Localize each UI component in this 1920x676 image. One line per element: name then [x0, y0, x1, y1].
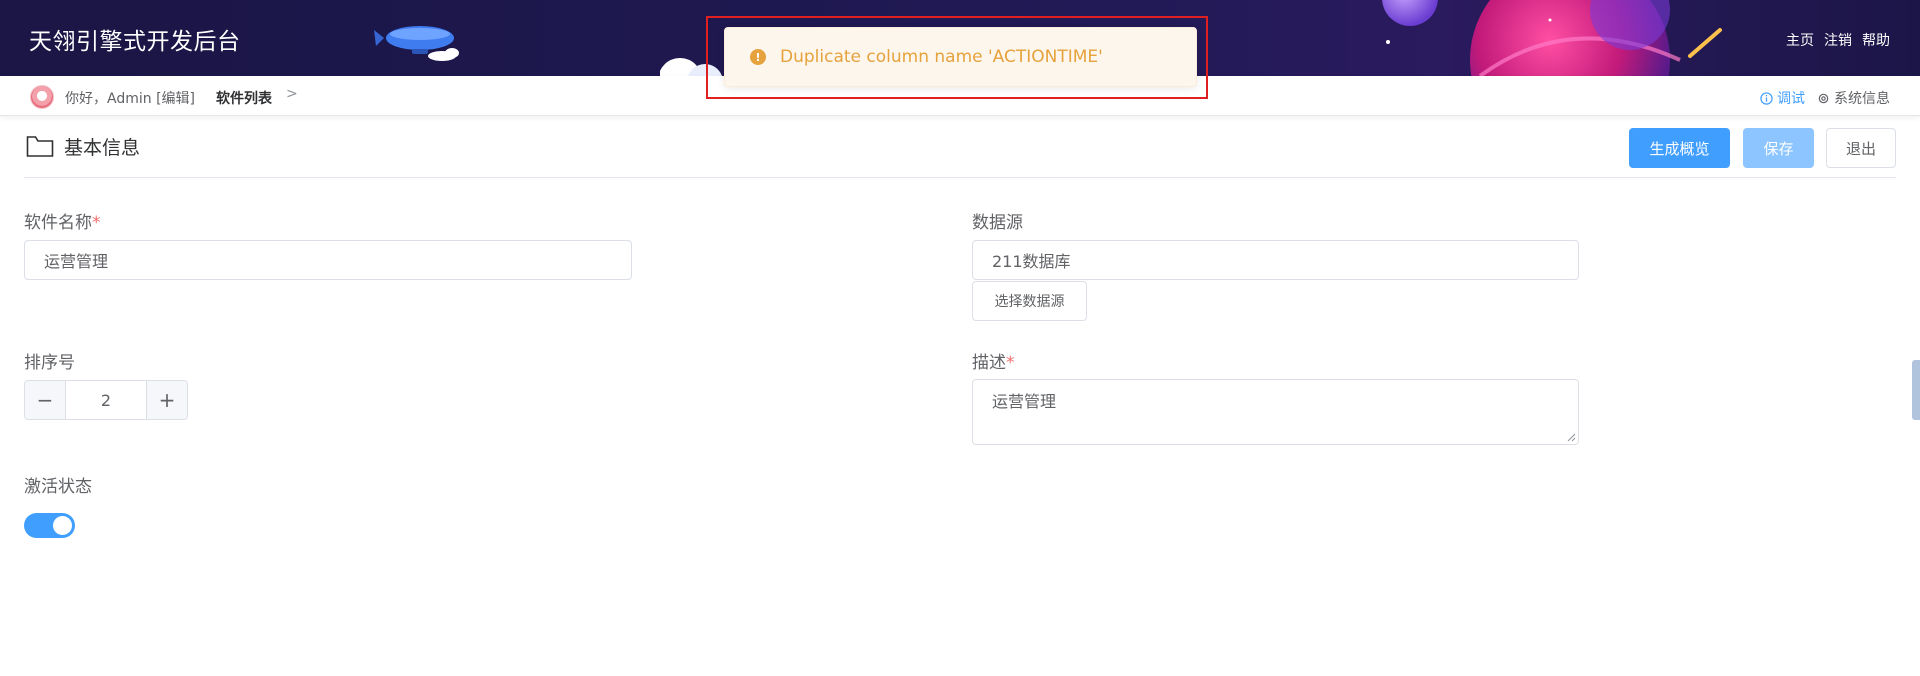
breadcrumb-separator-icon: >: [286, 86, 298, 102]
description-label-text: 描述: [972, 353, 1006, 373]
app-title: 天翎引擎式开发后台: [29, 29, 241, 55]
breadcrumb-software-list[interactable]: 软件列表: [216, 88, 272, 108]
gear-icon: [1818, 93, 1829, 103]
user-greeting[interactable]: 你好，Admin [编辑]: [65, 88, 195, 108]
software-name-label-text: 软件名称: [24, 213, 92, 233]
home-link[interactable]: 主页: [1786, 30, 1814, 50]
active-status-toggle[interactable]: [24, 513, 75, 538]
section-header: 基本信息 生成概览 保存 退出: [24, 128, 1896, 178]
description-textarea[interactable]: 运营管理: [972, 379, 1579, 445]
software-name-label: 软件名称*: [24, 208, 101, 233]
generate-overview-button[interactable]: 生成概览: [1629, 128, 1730, 168]
system-info-link[interactable]: 系统信息: [1817, 88, 1890, 108]
decrement-button[interactable]: −: [25, 381, 66, 419]
section-title: 基本信息: [64, 137, 141, 159]
increment-button[interactable]: +: [146, 381, 187, 419]
system-info-label: 系统信息: [1834, 91, 1890, 107]
datasource-input[interactable]: 211数据库: [972, 240, 1579, 280]
exit-button[interactable]: 退出: [1826, 128, 1896, 168]
folder-icon: [26, 136, 54, 157]
resize-handle-icon[interactable]: [1566, 432, 1576, 442]
side-collapse-tab[interactable]: [1912, 360, 1920, 420]
required-mark: *: [1006, 353, 1015, 373]
help-link[interactable]: 帮助: [1862, 30, 1890, 50]
required-mark: *: [92, 213, 101, 233]
datasource-label: 数据源: [972, 213, 1023, 233]
logout-link[interactable]: 注销: [1824, 30, 1852, 50]
info-icon: [1760, 91, 1773, 105]
toast-highlight-box: [706, 16, 1208, 99]
toggle-knob: [53, 516, 72, 535]
sort-order-label: 排序号: [24, 353, 75, 373]
avatar[interactable]: [30, 85, 54, 109]
debug-link-label: 调试: [1777, 91, 1805, 107]
sub-header-actions: 调试 系统信息: [1760, 88, 1890, 108]
top-links: 主页 注销 帮助: [1786, 30, 1890, 50]
debug-link[interactable]: 调试: [1760, 88, 1805, 108]
airship-illustration: [374, 26, 459, 61]
sort-order-input[interactable]: 2: [66, 381, 146, 419]
software-name-input[interactable]: 运营管理: [24, 240, 632, 280]
active-status-label: 激活状态: [24, 477, 92, 497]
software-name-value: 运营管理: [44, 252, 109, 271]
save-button[interactable]: 保存: [1743, 128, 1814, 168]
datasource-value: 211数据库: [992, 252, 1071, 271]
select-datasource-button[interactable]: 选择数据源: [972, 281, 1087, 321]
description-label: 描述*: [972, 348, 1015, 373]
description-value: 运营管理: [992, 392, 1057, 411]
sort-order-stepper: − 2 +: [24, 380, 188, 420]
